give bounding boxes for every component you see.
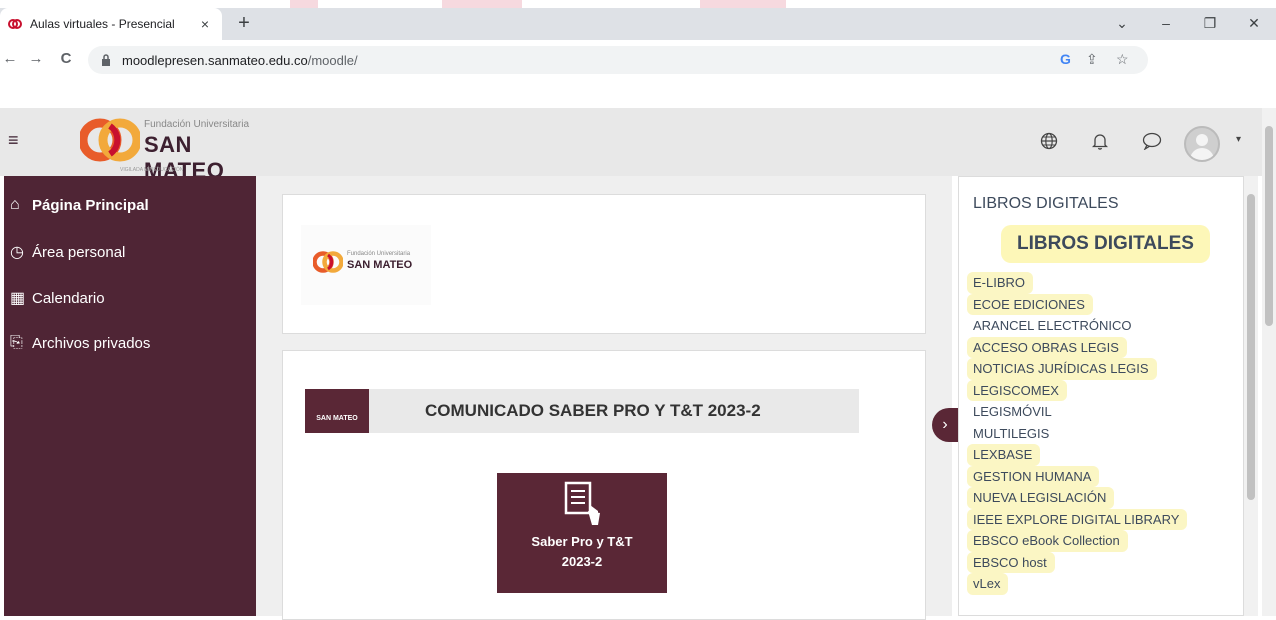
page-scrollbar-thumb[interactable] — [1265, 126, 1273, 326]
sidebar-item-home[interactable]: ⌂ Página Principal — [10, 196, 149, 214]
google-icon[interactable]: G — [1060, 51, 1071, 67]
library-link[interactable]: MULTILEGIS — [967, 423, 1237, 445]
library-link[interactable]: NUEVA LEGISLACIÓN — [967, 487, 1115, 509]
lock-icon — [102, 54, 110, 66]
site-logo[interactable]: Fundación Universitaria SAN MATEO VIGILA… — [80, 112, 270, 183]
bookmark-star-icon[interactable]: ☆ — [1116, 51, 1129, 68]
institution-logo: Fundación Universitaria SAN MATEO — [301, 225, 431, 305]
banner-title: COMUNICADO SABER PRO Y T&T 2023-2 — [425, 401, 761, 420]
url-path: /moodle/ — [307, 52, 358, 68]
user-avatar[interactable] — [1184, 126, 1220, 162]
sidebar-item-label: Archivos privados — [32, 334, 151, 352]
tab-search-chevron-icon[interactable]: ⌄ — [1100, 8, 1144, 40]
library-link[interactable]: ARANCEL ELECTRÓNICO — [967, 315, 1237, 337]
libros-digitales-block: LIBROS DIGITALES LIBROS DIGITALES E-LIBR… — [958, 176, 1244, 616]
block-heading: LIBROS DIGITALES — [1001, 225, 1210, 263]
new-tab-button[interactable]: + — [232, 12, 256, 36]
logo-card: Fundación Universitaria SAN MATEO — [282, 194, 926, 334]
bell-icon[interactable] — [1092, 132, 1108, 150]
tile-label-line1: Saber Pro y T&T — [531, 534, 633, 549]
library-link[interactable]: LEGISCOMEX — [967, 379, 1067, 401]
tab-title: Aulas virtuales - Presencial — [30, 17, 175, 31]
forward-arrow-icon[interactable]: → — [26, 50, 46, 67]
close-window-button[interactable]: ✕ — [1232, 8, 1276, 40]
library-link[interactable]: LEGISMÓVIL — [967, 401, 1237, 423]
sidebar-nav: ⌂ Página Principal ◷ Área personal ▦ Cal… — [4, 176, 256, 616]
document-touch-icon — [564, 481, 600, 525]
main-content: Fundación Universitaria SAN MATEO SAN MA… — [256, 176, 952, 620]
minimize-button[interactable]: – — [1144, 8, 1188, 40]
home-icon: ⌂ — [10, 196, 20, 213]
brand-tagline: VIGILADA MINEDUCACIÓN — [120, 167, 184, 173]
user-menu-caret-icon[interactable]: ▾ — [1236, 134, 1241, 145]
announcement-banner[interactable]: SAN MATEO COMUNICADO SABER PRO Y T&T 202… — [305, 389, 859, 433]
library-link-list: E-LIBRO ECOE EDICIONES ARANCEL ELECTRÓNICO… — [967, 272, 1237, 595]
logo-mark-icon — [313, 251, 343, 273]
calendar-icon: ▦ — [10, 290, 26, 307]
browser-tab-bar: Aulas virtuales - Presencial × + ⌄ – ❐ ✕ — [0, 8, 1276, 40]
reload-icon[interactable]: C — [56, 50, 76, 67]
address-bar[interactable]: moodlepresen.sanmateo.edu.co /moodle/ G … — [88, 46, 1148, 74]
sidebar-item-private-files[interactable]: ⎘ Archivos privados — [10, 334, 150, 352]
open-drawer-chevron-icon[interactable]: › — [932, 408, 958, 442]
chat-icon[interactable] — [1142, 132, 1162, 150]
globe-icon[interactable] — [1040, 132, 1058, 150]
page-scrollbar[interactable] — [1262, 108, 1276, 616]
sidebar-item-dashboard[interactable]: ◷ Área personal — [10, 242, 125, 262]
library-link[interactable]: LEXBASE — [967, 444, 1041, 466]
banner-logo: SAN MATEO — [305, 389, 369, 433]
block-scrollbar[interactable] — [1244, 176, 1258, 616]
block-scrollbar-thumb[interactable] — [1247, 194, 1255, 500]
browser-toolbar: ← → C moodlepresen.sanmateo.edu.co /mood… — [0, 40, 1276, 80]
sidebar-item-label: Área personal — [32, 243, 126, 261]
share-icon[interactable]: ⇪ — [1086, 51, 1098, 68]
site-favicon-icon — [8, 19, 22, 29]
library-link[interactable]: E-LIBRO — [967, 272, 1034, 294]
logo-subtitle: Fundación Universitaria — [347, 251, 411, 257]
block-region: LIBROS DIGITALES LIBROS DIGITALES E-LIBR… — [958, 176, 1244, 616]
tile-label-line2: 2023-2 — [561, 554, 603, 569]
site-header: ≡ Fundación Universitaria SAN MATEO VIGI… — [0, 108, 1262, 183]
library-link[interactable]: EBSCO eBook Collection — [967, 530, 1128, 552]
library-link[interactable]: vLex — [967, 573, 1009, 595]
dashboard-gauge-icon: ◷ — [10, 244, 24, 261]
files-icon: ⎘ — [10, 334, 23, 351]
url-host: moodlepresen.sanmateo.edu.co — [122, 52, 308, 68]
library-link[interactable]: NOTICIAS JURÍDICAS LEGIS — [967, 358, 1157, 380]
logo-mark-icon — [80, 118, 140, 162]
back-arrow-icon[interactable]: ← — [0, 50, 20, 67]
announcement-card: SAN MATEO COMUNICADO SABER PRO Y T&T 202… — [282, 350, 926, 620]
browser-tab[interactable]: Aulas virtuales - Presencial × — [0, 8, 222, 40]
library-link[interactable]: GESTION HUMANA — [967, 465, 1100, 487]
sidebar-item-calendar[interactable]: ▦ Calendario — [10, 288, 105, 308]
logo-name: SAN MATEO — [347, 259, 413, 271]
sidebar-item-label: Página Principal — [32, 196, 149, 214]
block-title: LIBROS DIGITALES — [973, 195, 1119, 212]
library-link[interactable]: EBSCO host — [967, 551, 1055, 573]
sidebar-item-label: Calendario — [32, 289, 105, 307]
library-link[interactable]: IEEE EXPLORE DIGITAL LIBRARY — [967, 508, 1188, 530]
saber-pro-tile[interactable]: Saber Pro y T&T 2023-2 — [497, 473, 667, 593]
library-link[interactable]: ECOE EDICIONES — [967, 293, 1093, 315]
brand-subtitle: Fundación Universitaria — [144, 119, 250, 130]
restore-button[interactable]: ❐ — [1188, 8, 1232, 40]
library-link[interactable]: ACCESO OBRAS LEGIS — [967, 336, 1127, 358]
hamburger-menu-icon[interactable]: ≡ — [8, 130, 19, 151]
tab-close-icon[interactable]: × — [194, 16, 216, 32]
